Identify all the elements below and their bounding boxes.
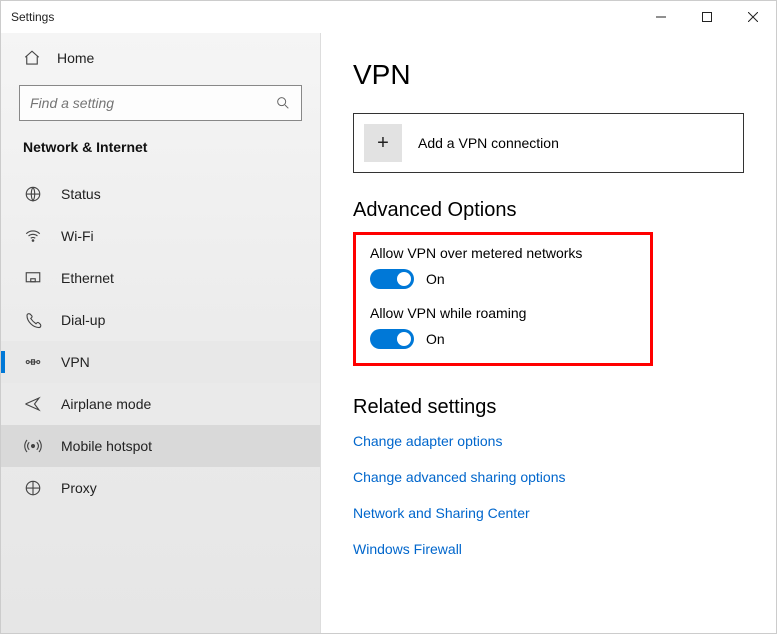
related-header: Related settings <box>353 396 744 419</box>
hotspot-icon <box>23 437 43 455</box>
link-network-center[interactable]: Network and Sharing Center <box>353 505 744 521</box>
nav-item-ethernet[interactable]: Ethernet <box>1 257 320 299</box>
minimize-button[interactable] <box>638 1 684 33</box>
toggle-roaming[interactable] <box>370 329 414 349</box>
option-roaming-label: Allow VPN while roaming <box>370 305 636 321</box>
add-vpn-label: Add a VPN connection <box>418 135 559 151</box>
highlighted-options: Allow VPN over metered networks On Allow… <box>353 232 653 366</box>
home-icon <box>23 49 41 67</box>
page-title: VPN <box>353 59 744 91</box>
toggle-metered[interactable] <box>370 269 414 289</box>
link-sharing[interactable]: Change advanced sharing options <box>353 469 744 485</box>
ethernet-icon <box>23 269 43 287</box>
proxy-icon <box>23 479 43 497</box>
nav-label: Airplane mode <box>61 396 151 412</box>
search-box[interactable] <box>19 85 302 121</box>
nav-item-airplane[interactable]: Airplane mode <box>1 383 320 425</box>
nav-label: Wi-Fi <box>61 228 94 244</box>
nav-label: VPN <box>61 354 90 370</box>
toggle-metered-state: On <box>426 271 445 287</box>
nav-item-vpn[interactable]: VPN <box>1 341 320 383</box>
nav-label: Mobile hotspot <box>61 438 152 454</box>
nav-label: Status <box>61 186 101 202</box>
nav-label: Proxy <box>61 480 97 496</box>
dialup-icon <box>23 311 43 329</box>
close-button[interactable] <box>730 1 776 33</box>
vpn-icon <box>23 353 43 371</box>
home-button[interactable]: Home <box>1 39 320 77</box>
airplane-icon <box>23 395 43 413</box>
related-section: Related settings Change adapter options … <box>353 396 744 557</box>
wifi-icon <box>23 227 43 245</box>
nav-list: Status Wi-Fi Ethernet Dial-up VPN Airpla… <box>1 173 320 509</box>
advanced-header: Advanced Options <box>353 199 744 222</box>
option-metered-label: Allow VPN over metered networks <box>370 245 636 261</box>
option-metered: Allow VPN over metered networks On <box>370 245 636 289</box>
home-label: Home <box>57 50 94 66</box>
status-icon <box>23 185 43 203</box>
search-icon <box>275 95 291 111</box>
nav-item-wifi[interactable]: Wi-Fi <box>1 215 320 257</box>
window-title: Settings <box>11 10 638 24</box>
option-roaming: Allow VPN while roaming On <box>370 305 636 349</box>
maximize-button[interactable] <box>684 1 730 33</box>
toggle-roaming-state: On <box>426 331 445 347</box>
nav-item-hotspot[interactable]: Mobile hotspot <box>1 425 320 467</box>
nav-label: Ethernet <box>61 270 114 286</box>
search-input[interactable] <box>30 95 275 111</box>
link-firewall[interactable]: Windows Firewall <box>353 541 744 557</box>
titlebar: Settings <box>1 1 776 33</box>
nav-item-status[interactable]: Status <box>1 173 320 215</box>
nav-label: Dial-up <box>61 312 105 328</box>
content-pane: VPN + Add a VPN connection Advanced Opti… <box>321 33 776 633</box>
sidebar: Home Network & Internet Status Wi-Fi Eth… <box>1 33 321 633</box>
add-vpn-button[interactable]: + Add a VPN connection <box>353 113 744 173</box>
nav-item-proxy[interactable]: Proxy <box>1 467 320 509</box>
nav-item-dialup[interactable]: Dial-up <box>1 299 320 341</box>
section-header: Network & Internet <box>1 137 320 173</box>
link-adapter[interactable]: Change adapter options <box>353 433 744 449</box>
plus-icon: + <box>364 124 402 162</box>
